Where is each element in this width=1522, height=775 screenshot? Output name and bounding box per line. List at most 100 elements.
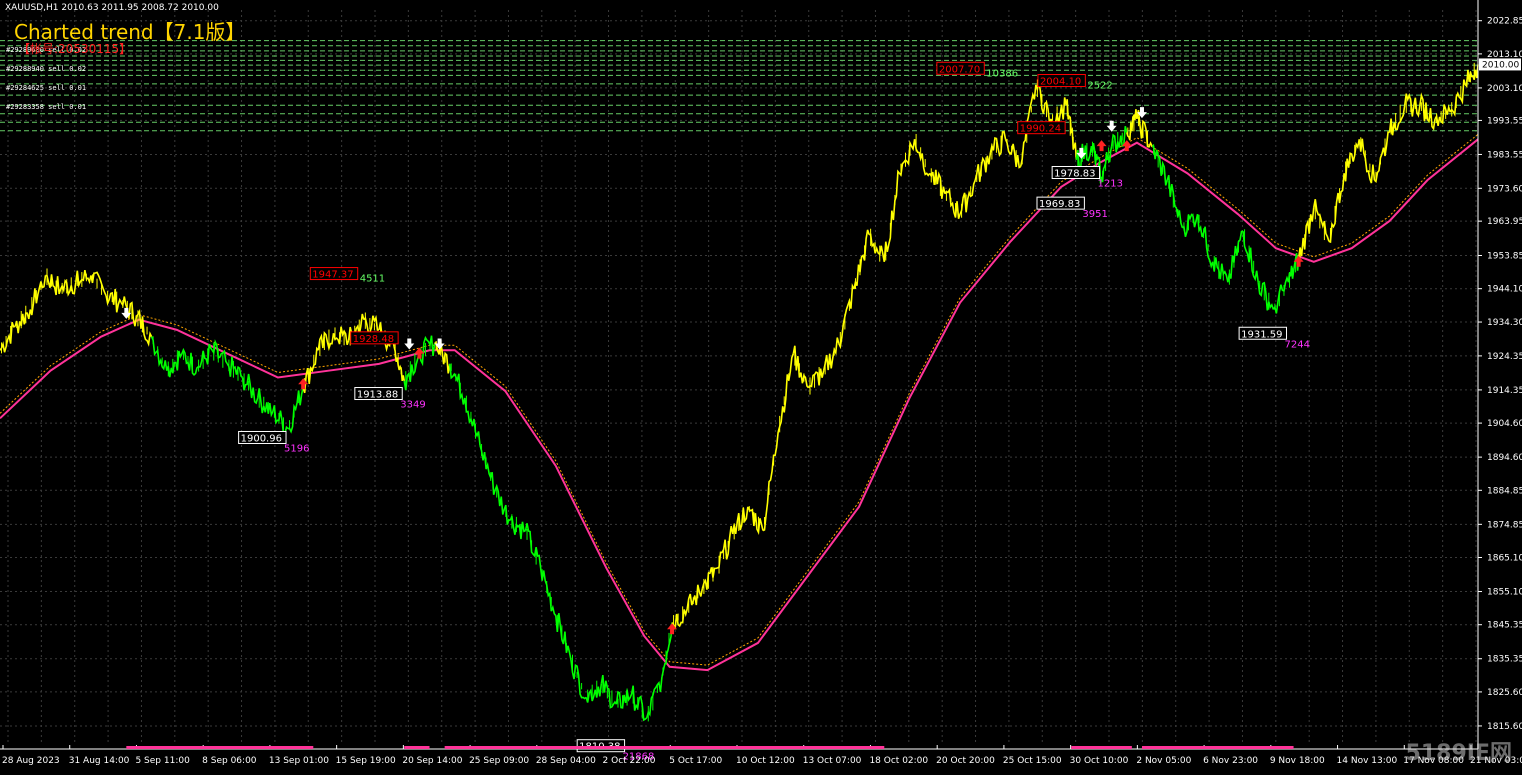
y-tick-label: 1835.35	[1487, 655, 1522, 665]
price-segment	[1227, 230, 1244, 283]
x-tick-label: 31 Aug 14:00	[69, 756, 130, 766]
price-segment	[29, 275, 47, 316]
price-segment	[1343, 139, 1361, 182]
price-segment	[792, 345, 810, 389]
price-segment	[90, 271, 107, 297]
price-segment	[1434, 104, 1451, 127]
price-segment	[686, 584, 704, 610]
price-segment	[464, 397, 481, 446]
price-segment	[1242, 231, 1259, 283]
price-segment	[196, 343, 213, 369]
price-segment	[45, 274, 62, 296]
high-count-label: 10386	[986, 68, 1018, 79]
y-tick-label: 1815.60	[1487, 722, 1522, 732]
price-segment	[747, 506, 764, 535]
x-tick-label: 14 Nov 13:00	[1337, 756, 1398, 766]
x-tick-label: 18 Oct 02:00	[869, 756, 928, 766]
x-tick-label: 9 Nov 18:00	[1270, 756, 1325, 766]
price-segment	[448, 363, 466, 405]
price-segment	[165, 350, 183, 378]
y-tick-label: 1874.85	[1487, 520, 1522, 530]
y-tick-label: 1894.60	[1487, 453, 1522, 463]
x-tick-label: 5 Oct 17:00	[669, 756, 722, 766]
moving-average	[0, 133, 1479, 672]
y-tick-label: 2003.10	[1487, 84, 1522, 94]
buy-arrow-icon	[298, 378, 309, 390]
y-tick-label: 1973.60	[1487, 184, 1522, 194]
price-segment	[838, 282, 855, 350]
high-count-label: 2522	[1087, 81, 1112, 92]
x-tick-label: 13 Oct 07:00	[803, 756, 862, 766]
price-segment	[302, 346, 319, 394]
low-price-label: 1900.96	[241, 433, 282, 444]
x-tick-label: 25 Oct 15:00	[1003, 756, 1062, 766]
price-segment	[403, 353, 421, 391]
price-segment	[1211, 257, 1229, 283]
price-segment	[853, 229, 870, 290]
price-segment	[1312, 199, 1330, 242]
price-segment	[1297, 207, 1315, 259]
price-segment	[1419, 92, 1436, 131]
y-tick-label: 1884.85	[1487, 486, 1522, 496]
x-tick-label: 25 Sep 09:00	[469, 756, 529, 766]
price-segment	[287, 387, 304, 434]
y-tick-label: 1825.60	[1487, 688, 1522, 698]
x-tick-label: 8 Sep 06:00	[202, 756, 257, 766]
price-segment	[615, 689, 633, 709]
price-chart[interactable]: 1900.9651961913.8833491810.38218681969.8…	[0, 0, 1522, 775]
low-count-label: 3951	[1082, 209, 1107, 220]
order-line: #29288940 sell 0.02	[6, 65, 87, 74]
trend-bar	[444, 746, 885, 749]
x-tick-label: 30 Oct 10:00	[1070, 756, 1129, 766]
price-segment	[479, 445, 496, 495]
price-segment	[600, 674, 618, 709]
price-segment	[585, 683, 603, 703]
high-price-label: 1990.24	[1020, 124, 1061, 135]
x-tick-label: 5 Sep 11:00	[135, 756, 190, 766]
price-segment	[1065, 99, 1078, 160]
price-segment	[883, 169, 901, 262]
y-tick-label: 2022.85	[1487, 17, 1522, 27]
price-segment	[59, 278, 77, 297]
low-count-label: 3349	[400, 400, 425, 411]
x-tick-label: 20 Oct 20:00	[936, 756, 995, 766]
trend-bars	[126, 746, 1294, 749]
watermark: 5189IE网	[1405, 741, 1512, 766]
y-tick-label: 1845.35	[1487, 621, 1522, 631]
price-segment	[989, 130, 1007, 158]
ma-line-dashed	[0, 133, 1479, 666]
y-tick-label: 1993.55	[1487, 116, 1522, 126]
price-segment	[646, 676, 663, 718]
y-tick-label: 2013.10	[1487, 50, 1522, 60]
price-segment	[1004, 139, 1022, 169]
high-count-label: 4511	[360, 274, 385, 285]
price-segment	[929, 169, 946, 199]
y-tick-label: 1855.10	[1487, 588, 1522, 598]
price-segment	[75, 269, 92, 289]
price-segment	[150, 336, 168, 371]
price-segment	[363, 314, 380, 334]
price-segment	[1358, 138, 1376, 184]
low-price-label: 1978.83	[1054, 169, 1095, 180]
order-line: #29283358 sell 0.01	[6, 103, 87, 112]
price-segment	[1373, 131, 1390, 183]
x-tick-label: 28 Aug 2023	[2, 756, 60, 766]
y-tick-label: 1914.35	[1487, 386, 1522, 396]
y-tick-label: 1924.35	[1487, 352, 1522, 362]
x-tick-label: 2 Nov 05:00	[1136, 756, 1191, 766]
price-segment	[898, 139, 916, 177]
price-segment	[418, 335, 436, 367]
price-segment	[822, 337, 840, 371]
price-segment	[256, 388, 274, 418]
price-segment	[630, 685, 648, 722]
low-price-label: 1931.59	[1241, 329, 1282, 340]
price-segment	[807, 368, 825, 389]
price-segment	[959, 179, 976, 215]
low-count-label: 5196	[284, 443, 309, 454]
y-tick-label: 1983.55	[1487, 150, 1522, 160]
x-tick-label: 13 Sep 01:00	[269, 756, 329, 766]
price-series	[0, 62, 1479, 722]
price-segment	[1287, 253, 1300, 283]
low-count-label: 7244	[1285, 339, 1310, 350]
price-segment	[869, 233, 886, 262]
